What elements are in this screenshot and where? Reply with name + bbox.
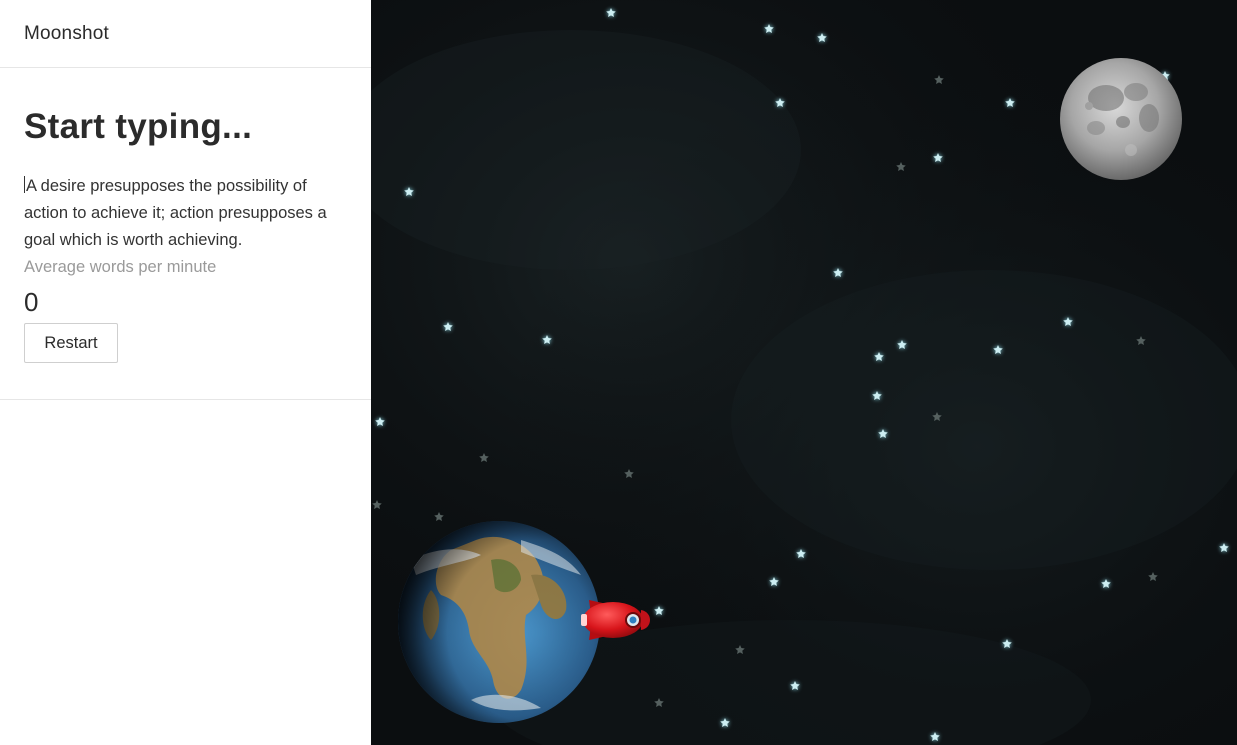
text-caret: [24, 176, 25, 193]
moon-icon: [1060, 58, 1182, 180]
game-canvas: [371, 0, 1237, 745]
typing-text-area[interactable]: A desire presupposes the possibility of …: [24, 173, 344, 254]
restart-button[interactable]: Restart: [24, 323, 118, 363]
quote-text: A desire presupposes the possibility of …: [24, 177, 327, 249]
nebula-cloud: [731, 270, 1237, 570]
typing-card: Start typing... A desire presupposes the…: [0, 68, 371, 400]
space-scene: [371, 0, 1237, 745]
wpm-value: 0: [24, 287, 39, 317]
app-title: Moonshot: [24, 22, 110, 44]
side-panel: Moonshot Start typing... A desire presup…: [0, 0, 371, 745]
wpm-label: Average words per minute: [24, 258, 217, 276]
brand-bar: Moonshot: [0, 0, 371, 68]
page-heading: Start typing...: [24, 107, 253, 146]
app-root: Moonshot Start typing... A desire presup…: [0, 0, 1237, 745]
earth-planet-icon: [398, 521, 600, 723]
